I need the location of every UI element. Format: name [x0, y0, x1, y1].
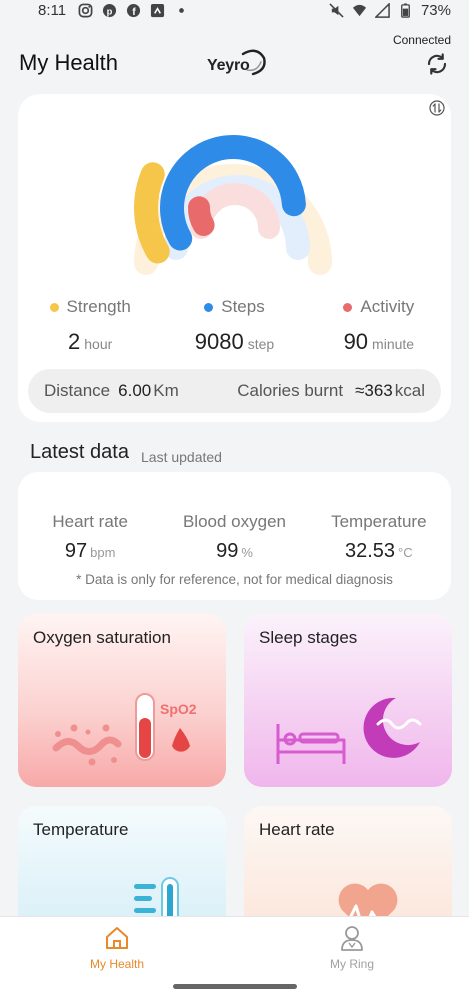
oxygen-saturation-tile[interactable]: Oxygen saturation SpO2: [18, 614, 226, 787]
calories-label: Calories burnt: [237, 381, 344, 400]
activity-summary-card[interactable]: Strength 2 hour Steps 9080 step Activity 9…: [18, 94, 451, 422]
svg-text:f: f: [132, 7, 136, 18]
logo-swoosh-icon: [241, 49, 266, 76]
strength-ring-progress: [134, 162, 170, 264]
app-header: My Health Yeyro Connected: [0, 30, 469, 90]
status-notification-icons: p f: [78, 3, 189, 18]
distance-calories-bar: Distance 6.00 Km Calories burnt ≈363 kca…: [28, 369, 441, 413]
metric-unit: minute: [372, 336, 415, 352]
vital-value: 97: [64, 540, 88, 562]
pinterest-icon: p: [103, 3, 117, 17]
steps-dot: [204, 302, 214, 312]
nav-my-health[interactable]: My Health: [57, 925, 177, 971]
nav-my-ring[interactable]: My Ring: [292, 925, 412, 971]
tile-title: Temperature: [33, 820, 129, 839]
activity-dot: [343, 302, 353, 312]
vital-temperature: Temperature 32.53 °C: [307, 512, 451, 563]
metric-value: 2: [68, 329, 81, 354]
strength-dot: [49, 302, 59, 312]
metric-unit: hour: [84, 336, 113, 352]
metric-label: Steps: [221, 297, 265, 316]
metric-activity: Activity 90 minute: [307, 297, 451, 355]
vital-blood-oxygen: Blood oxygen 99%: [162, 512, 306, 563]
connection-status: Connected: [392, 33, 451, 47]
metric-steps: Steps 9080 step: [162, 297, 306, 355]
vital-label: Heart rate: [52, 512, 128, 531]
user-icon: [341, 926, 363, 951]
instagram-icon: [78, 3, 93, 17]
battery-icon: [401, 2, 410, 18]
metric-label: Strength: [66, 297, 131, 316]
tile-title: Oxygen saturation: [33, 628, 171, 647]
spo2-badge: SpO2: [160, 701, 197, 717]
status-bar: 8:11 p f 73%: [0, 0, 469, 20]
last-updated-label: Last updated: [141, 449, 222, 465]
vital-unit: °C: [398, 545, 413, 560]
distance-value: 6.00: [118, 381, 152, 400]
mute-icon: [329, 2, 344, 18]
status-system-icons: 73%: [329, 2, 451, 19]
vital-value: 99: [216, 540, 239, 562]
status-time: 8:11: [38, 1, 67, 19]
vital-value: 32.53: [344, 540, 396, 562]
metric-unit: step: [247, 336, 275, 352]
home-icon: [106, 927, 128, 949]
distance-unit: Km: [153, 381, 179, 400]
tile-title: Sleep stages: [259, 628, 358, 647]
activity-ring-progress: [188, 196, 215, 236]
activity-rings: [134, 135, 332, 275]
wifi-icon: [352, 4, 367, 16]
calories-unit: kcal: [394, 381, 425, 400]
sync-icon[interactable]: [425, 52, 449, 76]
metric-value: 9080: [194, 329, 244, 354]
app-notification-icon: [151, 3, 165, 17]
dot-icon: [179, 7, 184, 13]
sleep-illustration-icon: [276, 697, 422, 764]
signal-icon: [374, 2, 390, 18]
calories-value: ≈363: [355, 381, 393, 400]
metric-value: 90: [343, 329, 369, 354]
medical-disclaimer: * Data is only for reference, not for me…: [76, 572, 393, 587]
tile-title: Heart rate: [259, 820, 335, 839]
vital-label: Temperature: [331, 512, 427, 531]
latest-data-title: Latest data: [30, 441, 129, 463]
svg-text:p: p: [107, 6, 113, 16]
blood-oxygen-illustration-icon: SpO2: [52, 693, 197, 766]
metric-strength: Strength 2 hour: [18, 297, 162, 355]
facebook-icon: f: [127, 3, 141, 18]
swap-view-icon[interactable]: [429, 100, 445, 116]
metric-label: Activity: [360, 297, 415, 316]
vital-heart-rate: Heart rate 97 bpm: [18, 512, 162, 563]
vital-unit: %: [241, 545, 253, 560]
distance-label: Distance: [44, 381, 111, 400]
nav-label: My Ring: [329, 957, 374, 971]
battery-percent: 73%: [420, 1, 451, 19]
brand-logo: Yeyro: [207, 48, 267, 76]
activity-metrics: Strength 2 hour Steps 9080 step Activity 9…: [18, 297, 451, 355]
vital-label: Blood oxygen: [182, 512, 286, 531]
nav-label: My Health: [89, 957, 145, 971]
sleep-stages-tile[interactable]: Sleep stages: [244, 614, 452, 787]
home-indicator[interactable]: [173, 984, 297, 989]
page-title: My Health: [19, 50, 119, 75]
vital-unit: bpm: [90, 545, 116, 560]
vitals-card[interactable]: Heart rate 97 bpm Blood oxygen 99% Temper…: [18, 472, 451, 600]
